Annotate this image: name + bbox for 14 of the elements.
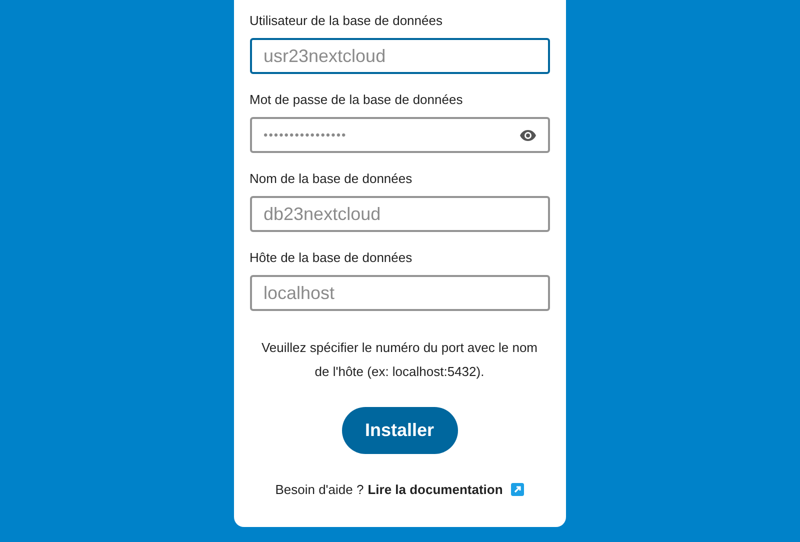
password-field[interactable]: ••••••••••••••••	[250, 117, 550, 153]
port-hint: Veuillez spécifier le numéro du port avec le nom de l'hôte (ex: localhost:5432).	[260, 339, 539, 381]
field-label: Nom de la base de données	[250, 170, 414, 188]
input-field[interactable]: db23nextcloud	[250, 196, 550, 232]
external-link-icon[interactable]	[510, 483, 524, 496]
help-text: Besoin d'aide ?	[275, 481, 364, 499]
field-label: Hôte de la base de données	[250, 249, 414, 267]
documentation-link[interactable]: Lire la documentation	[368, 480, 503, 500]
eye-icon[interactable]	[520, 130, 536, 140]
install-button[interactable]: Installer	[342, 407, 458, 454]
input-field[interactable]: localhost	[250, 275, 550, 311]
input-field[interactable]: usr23nextcloud	[250, 38, 550, 74]
field-label: Mot de passe de la base de données	[250, 91, 464, 109]
field-label: Utilisateur de la base de données	[250, 12, 444, 30]
